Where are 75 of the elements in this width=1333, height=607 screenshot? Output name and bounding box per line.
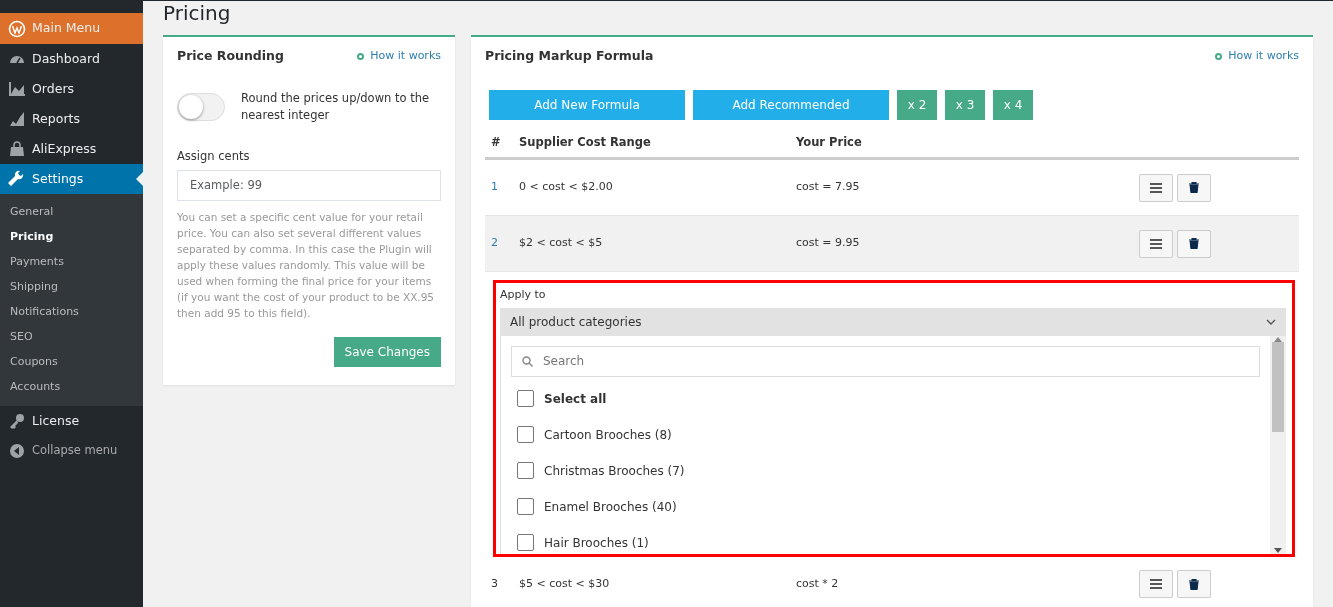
help-text: You can set a specific cent value for your retail price. You can also set several different values separated by comma. In this case the Plugin will apply these values randomly. This value will be used when forming the final price for your items (if you want the cost of your product to be XX.95 then add 95 to this field). — [177, 209, 436, 321]
checkbox[interactable] — [517, 426, 534, 443]
delete-button[interactable] — [1177, 173, 1211, 202]
delete-button[interactable] — [1177, 229, 1211, 258]
submenu-item[interactable]: General — [0, 200, 143, 225]
page-title: Pricing — [163, 1, 232, 25]
select-all-label: Select all — [544, 390, 607, 408]
table-cell-text: cost = 7.95 — [796, 179, 861, 196]
chart-icon — [8, 80, 26, 98]
search-icon — [522, 355, 533, 367]
delete-button[interactable] — [1177, 570, 1211, 598]
toggle-label: Round the prices up/down to the nearest integer — [241, 89, 431, 124]
table-cell-text: cost * 2 — [796, 575, 840, 592]
column-header: # — [490, 133, 502, 151]
card-title: Pricing Markup Formula — [485, 47, 654, 65]
column-header: Your Price — [796, 133, 863, 151]
row-index: 1 — [490, 179, 499, 196]
category-option: Enamel Brooches (40) — [544, 497, 677, 516]
table-cell-text: $5 < cost < $30 — [519, 575, 611, 592]
help-link[interactable]: How it works — [357, 48, 441, 65]
sidebar-item[interactable]: AliExpress — [0, 134, 143, 164]
category-select[interactable]: All product categories — [500, 307, 1286, 336]
logo-icon — [8, 19, 26, 38]
circle-icon — [1215, 52, 1223, 60]
card-title: Price Rounding — [177, 47, 284, 65]
collapse-icon — [8, 442, 26, 460]
chart-icon — [8, 110, 26, 128]
help-link[interactable]: How it works — [1215, 48, 1299, 65]
chevron-down-icon — [1266, 318, 1276, 325]
scrollbar[interactable] — [1270, 335, 1286, 554]
trash-icon — [1189, 578, 1199, 590]
submenu-item[interactable]: Coupons — [0, 350, 143, 375]
sidebar-item[interactable]: License — [0, 406, 143, 436]
scroll-down-icon[interactable] — [1274, 547, 1282, 554]
checkbox[interactable] — [517, 390, 534, 407]
bag-icon — [8, 140, 26, 158]
row-index: 2 — [490, 235, 499, 252]
category-option: Hair Brooches (1) — [544, 533, 649, 552]
table-cell-text: 0 < cost < $2.00 — [519, 179, 614, 196]
checkbox[interactable] — [517, 462, 534, 479]
cents-input-field[interactable]: Example: 99 — [177, 169, 441, 201]
trash-icon — [1189, 182, 1199, 193]
circle-icon — [357, 52, 365, 60]
menu-button[interactable] — [1139, 229, 1173, 258]
field-label: Assign cents — [177, 148, 251, 166]
submenu-item[interactable]: SEO — [0, 325, 143, 350]
submenu-item[interactable]: Pricing — [0, 225, 143, 250]
menu-button[interactable] — [1139, 173, 1173, 202]
menu-button[interactable] — [1139, 570, 1173, 598]
submenu-item[interactable]: Payments — [0, 250, 143, 275]
field-label: Apply to — [500, 287, 547, 303]
submenu-item[interactable]: Accounts — [0, 375, 143, 400]
key-icon — [8, 412, 26, 430]
collapse-menu-link[interactable]: Collapse menu — [0, 436, 143, 466]
column-header: Supplier Cost Range — [519, 133, 652, 151]
menu-icon — [1150, 182, 1162, 193]
wrench-icon — [8, 170, 26, 188]
sidebar-item[interactable]: Orders — [0, 74, 143, 104]
menu-icon — [1150, 238, 1162, 249]
submenu-item[interactable]: Notifications — [0, 300, 143, 325]
checkbox[interactable] — [517, 498, 534, 515]
submenu-item[interactable]: Shipping — [0, 275, 143, 300]
menu-icon — [1150, 579, 1162, 589]
toggle-switch[interactable] — [177, 93, 225, 121]
sidebar-item[interactable]: Dashboard — [0, 44, 143, 74]
sidebar-item[interactable]: Settings — [0, 164, 143, 194]
table-cell-text: cost = 9.95 — [796, 235, 861, 252]
category-option: Cartoon Brooches (8) — [544, 425, 672, 444]
row-index: 3 — [490, 575, 499, 592]
search-box[interactable]: Search — [511, 345, 1260, 377]
trash-icon — [1189, 238, 1199, 249]
checkbox[interactable] — [517, 534, 534, 551]
sidebar-item[interactable]: Reports — [0, 104, 143, 134]
table-cell-text: $2 < cost < $5 — [519, 235, 604, 252]
category-option: Christmas Brooches (7) — [544, 461, 685, 480]
